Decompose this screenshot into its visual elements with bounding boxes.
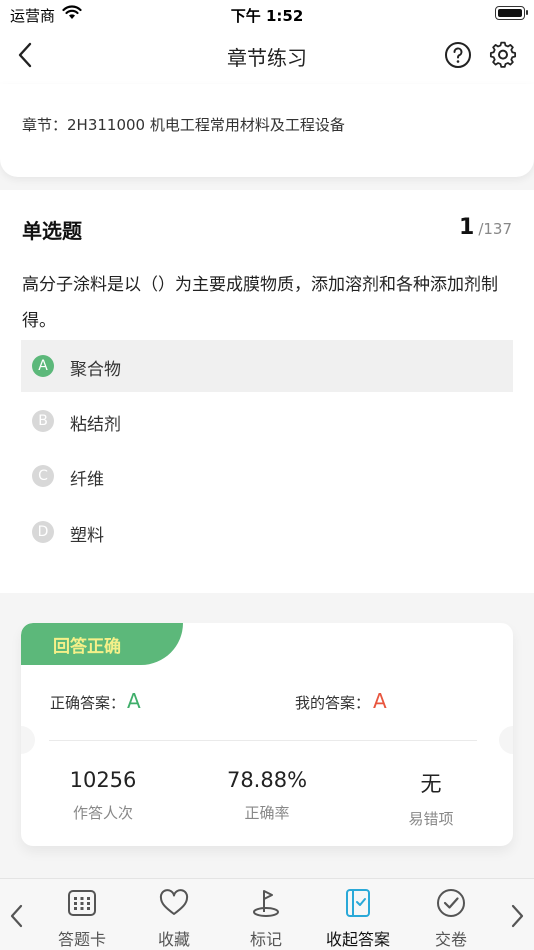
heart-icon bbox=[159, 889, 189, 915]
tab-favorite[interactable]: 收藏 bbox=[134, 887, 214, 950]
bottom-toolbar: 答题卡 收藏 标记 收起答案 交卷 bbox=[0, 878, 534, 950]
question-type: 单选题 bbox=[22, 219, 82, 243]
my-answer-label: 我的答案： bbox=[295, 694, 371, 712]
nav-bar: 章节练习 bbox=[0, 28, 534, 84]
question-section: 单选题 1/137 高分子涂料是以（）为主要成膜物质，添加溶剂和各种添加剂制得。… bbox=[0, 190, 534, 593]
stat-common-mistake: 无 易错项 bbox=[349, 768, 513, 829]
tab-label: 收藏 bbox=[157, 930, 190, 949]
option-b[interactable]: B 粘结剂 bbox=[21, 395, 513, 447]
stat-caption: 易错项 bbox=[408, 810, 454, 828]
divider bbox=[49, 740, 477, 741]
option-text: 粘结剂 bbox=[70, 415, 121, 435]
tab-answer-card[interactable]: 答题卡 bbox=[42, 887, 122, 950]
correct-answer-value: A bbox=[127, 689, 141, 713]
chapter-card: 章节：2H311000 机电工程常用材料及工程设备 bbox=[0, 84, 534, 177]
tab-label: 交卷 bbox=[434, 930, 467, 949]
answer-result-card: 回答正确 正确答案： A 我的答案： A 10256 作答人次 78.88% 正… bbox=[21, 623, 513, 846]
option-text: 纤维 bbox=[70, 470, 104, 490]
stat-attempts: 10256 作答人次 bbox=[21, 768, 185, 823]
answer-card-icon bbox=[68, 890, 96, 916]
result-banner-text: 回答正确 bbox=[53, 637, 121, 657]
tab-label: 标记 bbox=[249, 930, 282, 949]
question-current-number: 1 bbox=[459, 215, 475, 240]
stat-value: 78.88% bbox=[226, 768, 308, 792]
stat-caption: 作答人次 bbox=[72, 804, 133, 822]
status-bar: 运营商 下午 1:52 bbox=[0, 0, 534, 28]
check-circle-icon bbox=[437, 889, 465, 917]
option-letter-badge: A bbox=[32, 355, 54, 377]
option-text: 聚合物 bbox=[70, 360, 121, 380]
option-letter-badge: C bbox=[32, 465, 54, 487]
stat-caption: 正确率 bbox=[244, 804, 290, 822]
status-time: 下午 1:52 bbox=[230, 7, 304, 25]
settings-gear-icon[interactable] bbox=[489, 41, 517, 69]
tab-mark[interactable]: 标记 bbox=[226, 887, 306, 950]
stat-accuracy: 78.88% 正确率 bbox=[185, 768, 349, 823]
battery-icon bbox=[495, 6, 528, 20]
option-a[interactable]: A 聚合物 bbox=[21, 340, 513, 392]
my-answer-value: A bbox=[373, 689, 387, 713]
option-letter-badge: B bbox=[32, 410, 54, 432]
chapter-text: 章节：2H311000 机电工程常用材料及工程设备 bbox=[22, 116, 345, 134]
option-d[interactable]: D 塑料 bbox=[21, 506, 513, 558]
collapse-answer-icon bbox=[346, 889, 370, 917]
card-notch-right bbox=[499, 726, 513, 754]
flag-icon bbox=[253, 890, 279, 917]
question-total: /137 bbox=[478, 220, 512, 238]
question-stem: 高分子涂料是以（）为主要成膜物质，添加溶剂和各种添加剂制得。 bbox=[22, 275, 498, 331]
previous-question-icon[interactable] bbox=[7, 901, 27, 931]
help-icon[interactable] bbox=[444, 41, 472, 69]
stat-value: 10256 bbox=[69, 768, 137, 792]
card-notch-left bbox=[21, 726, 35, 754]
option-letter-badge: D bbox=[32, 521, 54, 543]
tab-label: 收起答案 bbox=[325, 930, 390, 949]
stat-value: 无 bbox=[420, 772, 442, 796]
tab-submit[interactable]: 交卷 bbox=[411, 887, 491, 950]
next-question-icon[interactable] bbox=[507, 901, 527, 931]
option-c[interactable]: C 纤维 bbox=[21, 450, 513, 502]
correct-answer-label: 正确答案： bbox=[50, 694, 126, 712]
question-counter: 1/137 bbox=[459, 215, 512, 240]
tab-collapse-answer[interactable]: 收起答案 bbox=[318, 887, 398, 950]
tab-label: 答题卡 bbox=[57, 930, 106, 949]
option-text: 塑料 bbox=[70, 526, 104, 546]
